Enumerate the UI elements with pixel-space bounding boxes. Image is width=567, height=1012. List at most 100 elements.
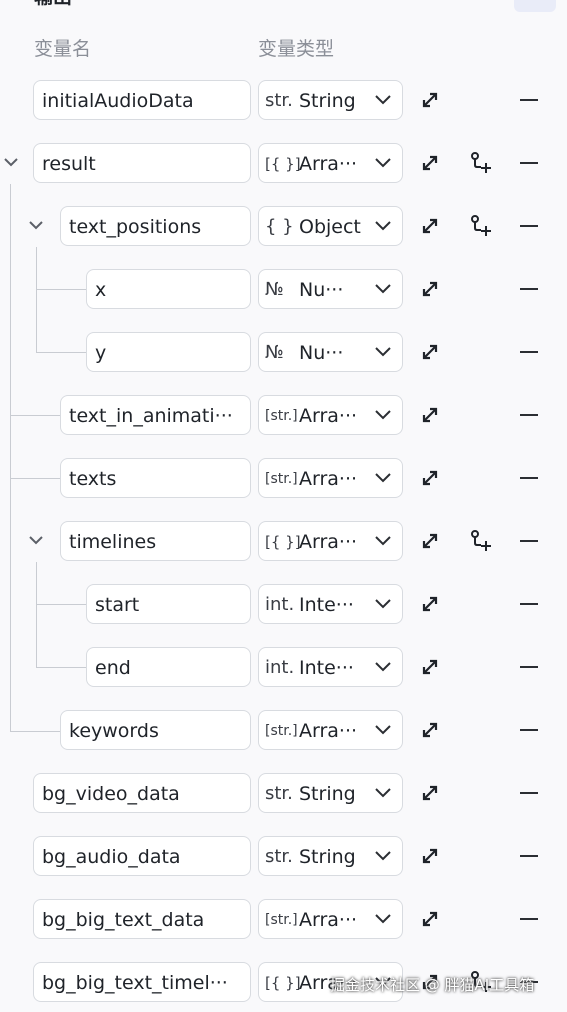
- chevron-down-icon: [375, 914, 391, 924]
- variable-name-input[interactable]: y: [86, 332, 251, 372]
- variable-name-input[interactable]: text_in_animati···: [60, 395, 251, 435]
- remove-button[interactable]: [520, 666, 538, 668]
- string-type-icon: str.: [265, 783, 293, 804]
- variable-row: x № Nu···: [0, 269, 567, 311]
- remove-button[interactable]: [520, 99, 538, 101]
- expand-icon[interactable]: [420, 468, 440, 488]
- type-label: Arra···: [299, 909, 358, 931]
- type-label: Arra···: [299, 531, 358, 553]
- expand-icon[interactable]: [420, 405, 440, 425]
- add-child-icon[interactable]: [469, 529, 493, 553]
- variable-name-input[interactable]: keywords: [60, 710, 251, 750]
- array-string-type-icon: [str.]: [265, 912, 298, 928]
- variable-type-select[interactable]: [{ }] Arra···: [258, 143, 403, 183]
- variable-type-select[interactable]: № Nu···: [258, 269, 403, 309]
- expand-icon[interactable]: [420, 720, 440, 740]
- chevron-down-icon[interactable]: [2, 153, 20, 171]
- chevron-down-icon: [375, 788, 391, 798]
- expand-icon[interactable]: [420, 909, 440, 929]
- variable-row: bg_big_text_data [str.] Arra···: [0, 899, 567, 941]
- variable-type-select[interactable]: str. String: [258, 836, 403, 876]
- variable-name-input[interactable]: bg_big_text_data: [33, 899, 251, 939]
- variable-name-input[interactable]: bg_video_data: [33, 773, 251, 813]
- type-label: String: [299, 846, 356, 868]
- chevron-down-icon[interactable]: [27, 216, 45, 234]
- chevron-down-icon: [375, 158, 391, 168]
- variable-name-input[interactable]: text_positions: [60, 206, 251, 246]
- chevron-down-icon: [375, 347, 391, 357]
- variable-name-input[interactable]: timelines: [60, 521, 251, 561]
- type-label: String: [299, 90, 356, 112]
- variable-name-input[interactable]: texts: [60, 458, 251, 498]
- variable-name-input[interactable]: result: [33, 143, 251, 183]
- variable-type-select[interactable]: [str.] Arra···: [258, 458, 403, 498]
- variable-name-input[interactable]: bg_big_text_timel···: [33, 962, 251, 1002]
- remove-button[interactable]: [520, 603, 538, 605]
- variable-row: texts [str.] Arra···: [0, 458, 567, 500]
- expand-icon[interactable]: [420, 90, 440, 110]
- object-type-icon: { }: [265, 216, 294, 237]
- chevron-down-icon: [375, 599, 391, 609]
- variable-type-select[interactable]: int. Inte···: [258, 647, 403, 687]
- chevron-down-icon: [375, 725, 391, 735]
- remove-button[interactable]: [520, 225, 538, 227]
- remove-button[interactable]: [520, 729, 538, 731]
- chevron-down-icon[interactable]: [27, 531, 45, 549]
- expand-icon[interactable]: [420, 531, 440, 551]
- variable-row: bg_video_data str. String: [0, 773, 567, 815]
- string-type-icon: str.: [265, 90, 293, 111]
- integer-type-icon: int.: [265, 594, 295, 615]
- variable-name-header: 变量名: [34, 38, 92, 60]
- remove-button[interactable]: [520, 792, 538, 794]
- variable-type-select[interactable]: [str.] Arra···: [258, 710, 403, 750]
- chevron-down-icon: [375, 221, 391, 231]
- expand-icon[interactable]: [420, 279, 440, 299]
- expand-icon[interactable]: [420, 216, 440, 236]
- variable-name-input[interactable]: initialAudioData: [33, 80, 251, 120]
- column-header: 变量名 变量类型: [34, 34, 534, 64]
- variable-type-select[interactable]: № Nu···: [258, 332, 403, 372]
- expand-icon[interactable]: [420, 153, 440, 173]
- variable-row: start int. Inte···: [0, 584, 567, 626]
- variable-type-select[interactable]: str. String: [258, 773, 403, 813]
- variable-type-select[interactable]: str. String: [258, 80, 403, 120]
- type-label: String: [299, 783, 356, 805]
- remove-button[interactable]: [520, 351, 538, 353]
- remove-button[interactable]: [520, 855, 538, 857]
- remove-button[interactable]: [520, 288, 538, 290]
- variable-type-select[interactable]: [str.] Arra···: [258, 899, 403, 939]
- variable-type-header: 变量类型: [258, 38, 335, 60]
- type-label: Inte···: [299, 657, 354, 679]
- expand-icon[interactable]: [420, 342, 440, 362]
- expand-icon[interactable]: [420, 594, 440, 614]
- expand-icon[interactable]: [420, 846, 440, 866]
- add-variable-button[interactable]: [514, 0, 556, 12]
- variable-name-input[interactable]: bg_audio_data: [33, 836, 251, 876]
- type-label: Inte···: [299, 594, 354, 616]
- variable-row: text_positions { } Object: [0, 206, 567, 248]
- chevron-down-icon: [375, 851, 391, 861]
- watermark-text: 掘金技术社区 @ 胖猫AI工具箱: [330, 976, 535, 994]
- variable-type-select[interactable]: int. Inte···: [258, 584, 403, 624]
- add-child-icon[interactable]: [469, 151, 493, 175]
- remove-button[interactable]: [520, 540, 538, 542]
- remove-button[interactable]: [520, 477, 538, 479]
- expand-icon[interactable]: [420, 657, 440, 677]
- variable-type-select[interactable]: [str.] Arra···: [258, 395, 403, 435]
- type-label: Arra···: [299, 468, 358, 490]
- variable-name-input[interactable]: end: [86, 647, 251, 687]
- remove-button[interactable]: [520, 162, 538, 164]
- chevron-down-icon: [375, 410, 391, 420]
- expand-icon[interactable]: [420, 783, 440, 803]
- add-child-icon[interactable]: [469, 214, 493, 238]
- variable-row: y № Nu···: [0, 332, 567, 374]
- variable-type-select[interactable]: { } Object: [258, 206, 403, 246]
- variable-type-select[interactable]: [{ }] Arra···: [258, 521, 403, 561]
- type-label: Nu···: [299, 342, 344, 364]
- remove-button[interactable]: [520, 414, 538, 416]
- variable-name-input[interactable]: x: [86, 269, 251, 309]
- type-label: Nu···: [299, 279, 344, 301]
- array-string-type-icon: [str.]: [265, 471, 298, 487]
- remove-button[interactable]: [520, 918, 538, 920]
- variable-name-input[interactable]: start: [86, 584, 251, 624]
